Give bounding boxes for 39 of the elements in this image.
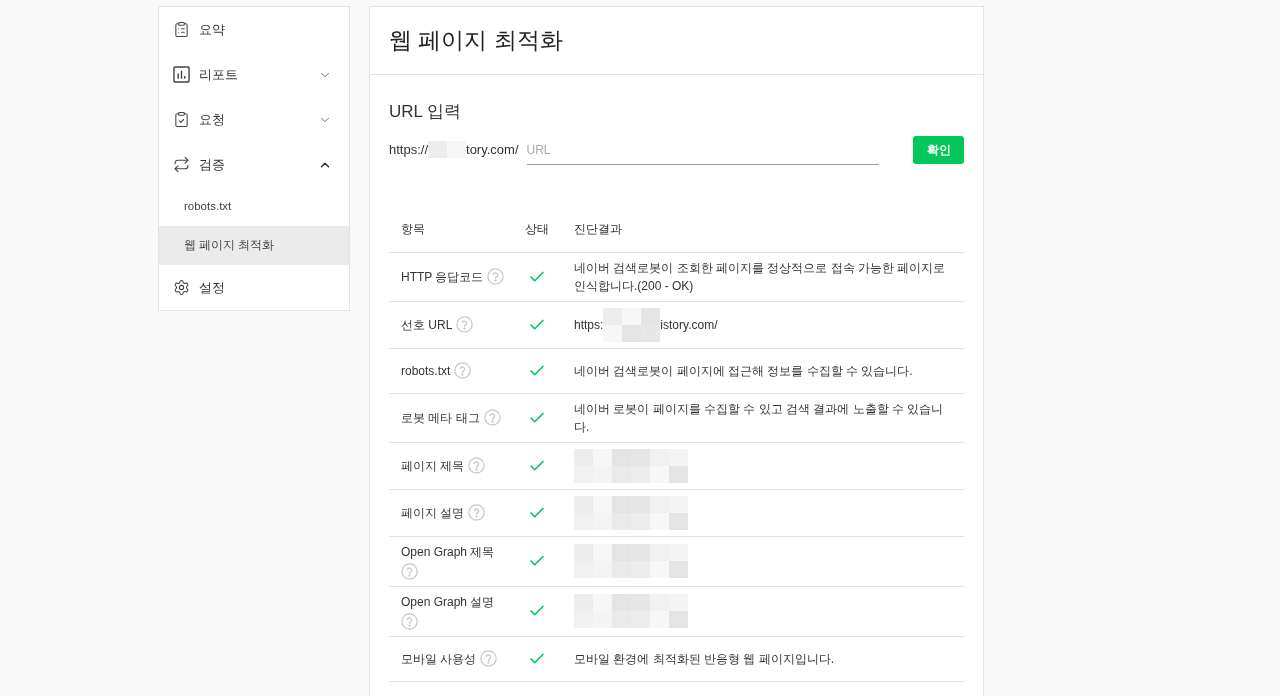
result-text: 네이버 검색로봇이 조회한 페이지를 정상적으로 접속 가능한 페이지로 인식합니다.(200 - OK) <box>574 260 946 293</box>
help-icon[interactable] <box>480 650 498 667</box>
url-text: istory.com/ <box>660 316 718 334</box>
settings-icon <box>173 279 190 296</box>
clipboard-icon <box>173 21 190 38</box>
repeat-arrows-icon <box>173 156 190 173</box>
help-icon[interactable] <box>401 612 418 630</box>
item-label: 페이지 설명 <box>401 504 465 522</box>
page-title: 웹 페이지 최적화 <box>389 26 563 56</box>
column-header: 상태 <box>525 220 549 238</box>
result-text: 네이버 로봇이 페이지를 수집할 수 있고 검색 결과에 노출할 수 있습니다. <box>574 401 944 434</box>
item-label: 페이지 제목 <box>401 457 465 475</box>
clipboard-check-icon <box>173 111 190 128</box>
help-icon[interactable] <box>468 504 486 521</box>
url-input-field[interactable]: URL <box>526 134 879 165</box>
help-icon[interactable] <box>456 316 474 333</box>
bar-chart-icon <box>173 66 190 83</box>
help-icon[interactable] <box>401 562 418 580</box>
item-label: robots.txt <box>401 362 451 380</box>
item-label: 선호 URL <box>401 316 453 334</box>
sidebar-subitem[interactable]: 웹 페이지 최적화 <box>159 226 349 265</box>
section-heading: URL 입력 <box>389 101 463 123</box>
result-text: 네이버 검색로봇이 페이지에 접근해 정보를 수집할 수 있습니다. <box>574 363 913 378</box>
url-prefix: tory.com/ <box>466 140 519 159</box>
help-icon[interactable] <box>487 268 505 285</box>
result-text: 모바일 환경에 최적화된 반응형 웹 페이지입니다. <box>574 651 834 666</box>
url-prefix: https:// <box>389 140 429 159</box>
help-icon[interactable] <box>483 409 501 426</box>
item-label: 모바일 사용성 <box>401 650 477 668</box>
url-text: https: <box>574 316 604 334</box>
column-header: 진단결과 <box>574 221 622 236</box>
item-label: Open Graph 제목 <box>401 543 495 561</box>
column-header: 항목 <box>401 221 425 236</box>
pixelated-block <box>603 307 661 342</box>
item-label: 로봇 메타 태그 <box>401 409 480 427</box>
help-icon[interactable] <box>468 457 486 474</box>
item-label: HTTP 응답코드 <box>401 268 484 286</box>
item-label: Open Graph 설명 <box>401 593 495 611</box>
help-icon[interactable] <box>454 362 472 379</box>
